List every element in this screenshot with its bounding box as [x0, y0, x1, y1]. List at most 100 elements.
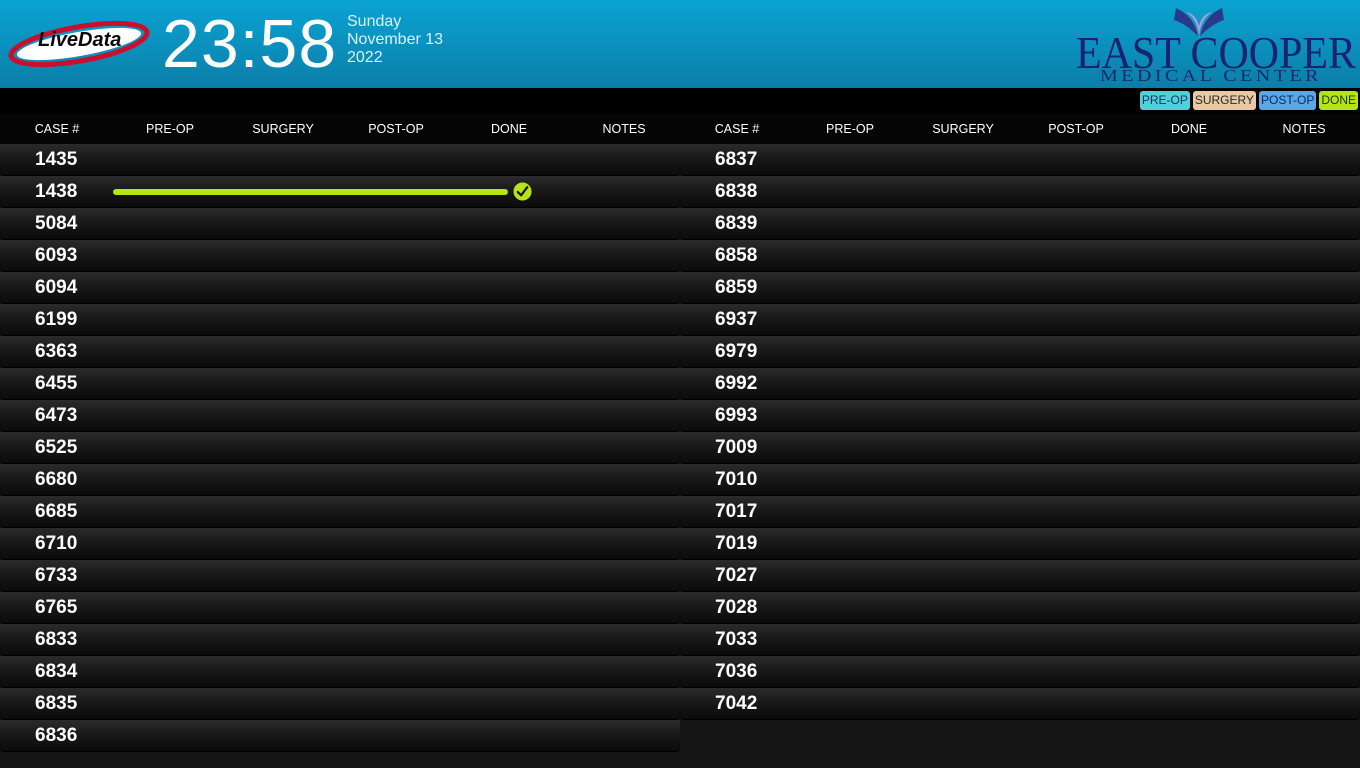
column-header-case: CASE #	[34, 122, 80, 136]
case-row[interactable]: 6199	[0, 304, 680, 336]
case-row[interactable]: 7036	[680, 656, 1360, 688]
case-number: 6680	[35, 469, 78, 490]
case-number: 6363	[35, 341, 78, 362]
case-number: 6833	[35, 629, 78, 650]
case-row[interactable]: 7009	[680, 432, 1360, 464]
case-number: 6455	[35, 373, 78, 394]
legend-preop: PRE-OP	[1139, 91, 1190, 110]
livedata-logo: LiveData	[8, 20, 150, 68]
case-rows-right: 6837 6838 6839 6858 6859 6937 6979 6992 6993 7009…	[680, 144, 1360, 720]
column-header-notes: NOTES	[1282, 122, 1326, 136]
column-header-postop: POST-OP	[1048, 122, 1104, 136]
clock-time: 23:58	[162, 6, 338, 82]
column-header-row: CASE # PRE-OP SURGERY POST-OP DONE NOTES	[0, 114, 680, 144]
case-number: 6979	[715, 341, 758, 362]
case-number: 7027	[715, 565, 758, 586]
case-row[interactable]: 6455	[0, 368, 680, 400]
done-check-icon	[513, 182, 532, 201]
case-row[interactable]: 6363	[0, 336, 680, 368]
date-month-day: November 13	[347, 31, 444, 48]
case-row[interactable]: 6979	[680, 336, 1360, 368]
livedata-logo-text: LiveData	[38, 29, 121, 51]
case-number: 7017	[715, 501, 758, 522]
case-row[interactable]: 6710	[0, 528, 680, 560]
case-row[interactable]: 1438	[0, 176, 680, 208]
case-number: 1438	[35, 181, 78, 202]
case-row[interactable]: 6733	[0, 560, 680, 592]
case-row[interactable]: 6858	[680, 240, 1360, 272]
case-row[interactable]: 6937	[680, 304, 1360, 336]
case-row[interactable]: 6094	[0, 272, 680, 304]
case-row[interactable]: 6859	[680, 272, 1360, 304]
case-row[interactable]: 6680	[0, 464, 680, 496]
case-row[interactable]: 6765	[0, 592, 680, 624]
case-number: 6094	[35, 277, 78, 298]
column-header-surgery: SURGERY	[252, 122, 314, 136]
case-number: 7036	[715, 661, 758, 682]
case-number: 7019	[715, 533, 758, 554]
case-rows-left: 1435 1438 5084 6093 6094 6199 6363 6455 6473 6525…	[0, 144, 680, 752]
case-number: 7042	[715, 693, 758, 714]
case-row[interactable]: 6993	[680, 400, 1360, 432]
status-legend: PRE-OP SURGERY POST-OP DONE	[1139, 91, 1358, 110]
case-number: 6837	[715, 149, 758, 170]
case-row[interactable]: 7019	[680, 528, 1360, 560]
case-row[interactable]: 7028	[680, 592, 1360, 624]
column-header-postop: POST-OP	[368, 122, 424, 136]
case-number: 6937	[715, 309, 758, 330]
column-header-surgery: SURGERY	[932, 122, 994, 136]
case-table-left: CASE # PRE-OP SURGERY POST-OP DONE NOTES…	[0, 114, 680, 752]
date-day: Sunday	[347, 13, 402, 30]
case-row[interactable]: 6835	[0, 688, 680, 720]
case-number: 6992	[715, 373, 758, 394]
case-row[interactable]: 6992	[680, 368, 1360, 400]
column-header-case: CASE #	[714, 122, 760, 136]
case-number: 6525	[35, 437, 78, 458]
case-row[interactable]: 7017	[680, 496, 1360, 528]
legend-done: DONE	[1319, 91, 1358, 110]
case-table-right: CASE # PRE-OP SURGERY POST-OP DONE NOTES…	[680, 114, 1360, 720]
date-display: Sunday November 13 2022	[347, 13, 443, 67]
case-number: 7010	[715, 469, 758, 490]
case-number: 7028	[715, 597, 758, 618]
case-row[interactable]: 6685	[0, 496, 680, 528]
case-number: 6838	[715, 181, 758, 202]
case-row[interactable]: 6093	[0, 240, 680, 272]
case-number: 6835	[35, 693, 78, 714]
case-row[interactable]: 6839	[680, 208, 1360, 240]
case-number: 6858	[715, 245, 758, 266]
case-row[interactable]: 5084	[0, 208, 680, 240]
case-number: 5084	[35, 213, 78, 234]
case-row[interactable]: 6837	[680, 144, 1360, 176]
case-number: 6765	[35, 597, 78, 618]
column-header-preop: PRE-OP	[146, 122, 194, 136]
case-row[interactable]: 6834	[0, 656, 680, 688]
column-header-done: DONE	[1170, 122, 1208, 136]
case-number: 6710	[35, 533, 78, 554]
case-number: 6839	[715, 213, 758, 234]
legend-surgery: SURGERY	[1192, 91, 1256, 110]
case-number: 6836	[35, 725, 78, 746]
header-bar: LiveData 23:58 Sunday November 13 2022 E…	[0, 0, 1360, 88]
case-number: 6473	[35, 405, 78, 426]
legend-bar: PRE-OP SURGERY POST-OP DONE	[0, 88, 1360, 114]
case-row[interactable]: 6836	[0, 720, 680, 752]
case-number: 6093	[35, 245, 78, 266]
case-number: 6993	[715, 405, 758, 426]
case-row[interactable]: 6838	[680, 176, 1360, 208]
case-row[interactable]: 6833	[0, 624, 680, 656]
case-row[interactable]: 7033	[680, 624, 1360, 656]
case-number: 6733	[35, 565, 78, 586]
case-row[interactable]: 6525	[0, 432, 680, 464]
case-row[interactable]: 7010	[680, 464, 1360, 496]
column-header-preop: PRE-OP	[826, 122, 874, 136]
case-number: 7033	[715, 629, 758, 650]
case-row[interactable]: 1435	[0, 144, 680, 176]
case-number: 6834	[35, 661, 78, 682]
case-row[interactable]: 6473	[0, 400, 680, 432]
case-number: 7009	[715, 437, 758, 458]
case-number: 6859	[715, 277, 758, 298]
case-row[interactable]: 7027	[680, 560, 1360, 592]
case-row[interactable]: 7042	[680, 688, 1360, 720]
east-cooper-logo-line2: MEDICAL CENTER	[1100, 66, 1322, 84]
